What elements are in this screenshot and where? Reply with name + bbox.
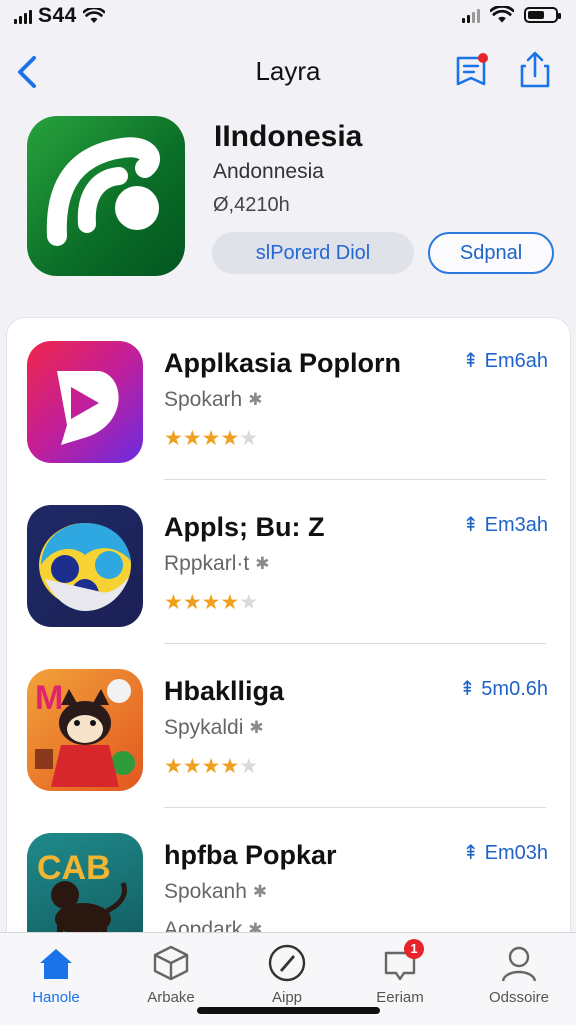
- app-meta: ⇞ Em03h: [462, 842, 548, 864]
- app-subtitle-text: Spokanh: [164, 880, 247, 903]
- app-subtitle-text: Rppkarl·t: [164, 552, 250, 575]
- star-rating: ★★★★★: [164, 591, 259, 614]
- tab-label: Odssoire: [488, 989, 550, 1006]
- hero-app-size: Ø,4210h: [213, 194, 290, 216]
- tab-label: Arbake: [147, 989, 195, 1006]
- compass-icon: [267, 943, 307, 983]
- sparkle-icon: ✱: [252, 882, 268, 901]
- app-title: Applkasia Poplorn: [164, 348, 402, 378]
- tab-home[interactable]: Hanole: [6, 943, 106, 1006]
- sparkle-icon: ✱: [248, 390, 263, 409]
- sparkle-icon: ✱: [249, 718, 264, 737]
- home-indicator[interactable]: [197, 1007, 380, 1014]
- sparkle-icon: ✱: [255, 554, 270, 573]
- app-meta: ⇞ 5m0.6h: [458, 678, 548, 700]
- box-icon: [151, 943, 191, 983]
- person-icon: [499, 943, 539, 983]
- hero-app-name: IIndonesia: [214, 120, 363, 153]
- tab-label: Aipp: [271, 989, 303, 1006]
- app-subtitle: Spykaldi ✱: [164, 716, 264, 740]
- divider: [164, 643, 546, 644]
- app-meta: ⇞ Em3ah: [462, 514, 548, 536]
- divider: [164, 807, 546, 808]
- star-rating: ★★★★★: [164, 427, 259, 450]
- share-icon[interactable]: [516, 50, 554, 90]
- wifi-icon: [82, 8, 105, 23]
- tab-eeriam[interactable]: 1 Eeriam: [350, 939, 450, 1006]
- list-item[interactable]: M Hbaklliga Spykaldi ✱ ★★★★★ ⇞ 5m0.6h: [7, 646, 570, 808]
- star-rating: ★★★★★: [164, 755, 259, 778]
- app-subtitle: Spokarh ✱: [164, 388, 262, 412]
- app-title: hpfba Popkar: [164, 840, 337, 870]
- tab-account[interactable]: Odssoire: [469, 943, 569, 1006]
- leaf-logo-icon: [46, 137, 160, 246]
- tab-label: Eeriam: [376, 989, 424, 1006]
- secondary-action-button[interactable]: Sdpnal: [428, 232, 554, 274]
- cell-signal-icon: [462, 7, 480, 23]
- hero-app-subtitle: Andonnesia: [213, 160, 324, 183]
- app-list-card: Applkasia Poplorn Spokarh ✱ ★★★★★ ⇞ Em6ah…: [7, 318, 570, 958]
- app-subtitle: Spokanh ✱: [164, 880, 267, 904]
- hero-app-icon[interactable]: [27, 116, 185, 276]
- app-subtitle-text: Spykaldi: [164, 716, 244, 739]
- play-icon: [27, 341, 143, 463]
- divider: [164, 479, 546, 480]
- app-title: Appls; Bu: Z: [164, 512, 325, 542]
- battery-icon: [524, 7, 561, 23]
- tab-app[interactable]: Aipp: [237, 943, 337, 1006]
- app-subtitle-text: Spokarh: [164, 388, 243, 411]
- list-item[interactable]: Applkasia Poplorn Spokarh ✱ ★★★★★ ⇞ Em6ah: [7, 318, 570, 480]
- app-subtitle: Rppkarl·t ✱: [164, 552, 269, 576]
- nav-bar: Layra: [0, 44, 576, 100]
- home-icon: [36, 943, 76, 983]
- tab-arbake[interactable]: Arbake: [121, 943, 221, 1006]
- notification-badge: 1: [404, 939, 424, 959]
- globe-face-icon: [27, 505, 143, 627]
- signal-icon: [14, 8, 32, 24]
- primary-action-button[interactable]: slPorerd Diol: [212, 232, 414, 274]
- tab-label: Hanole: [32, 989, 80, 1006]
- status-time: S44: [14, 4, 105, 28]
- status-time-text: S44: [38, 4, 77, 27]
- cartoon-cat-icon: M: [27, 669, 143, 791]
- app-title: Hbaklliga: [164, 676, 285, 706]
- status-bar: S44: [0, 0, 576, 36]
- wifi-icon-right: [490, 6, 514, 23]
- svg-text:CAB: CAB: [37, 849, 111, 887]
- status-right: [462, 6, 561, 24]
- wishlist-icon[interactable]: [452, 50, 490, 90]
- list-item[interactable]: Appls; Bu: Z Rppkarl·t ✱ ★★★★★ ⇞ Em3ah: [7, 482, 570, 644]
- svg-text:M: M: [35, 679, 63, 717]
- app-meta: ⇞ Em6ah: [462, 350, 548, 372]
- inbox-icon: 1: [380, 939, 424, 983]
